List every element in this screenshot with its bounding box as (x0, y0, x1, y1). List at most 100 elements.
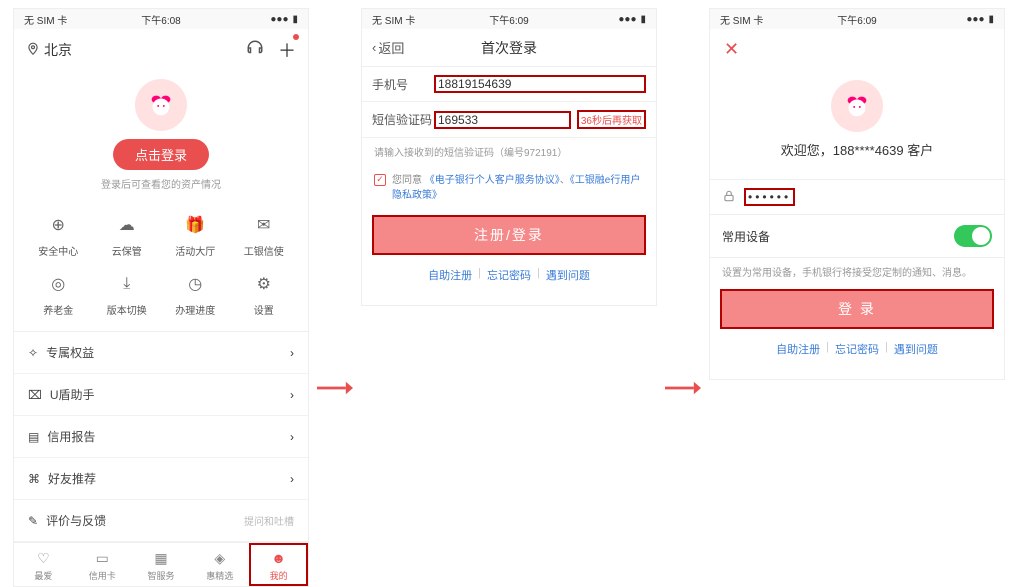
trusted-device-toggle[interactable] (954, 225, 992, 247)
list-item-ushield[interactable]: ⌧U盾助手› (14, 374, 308, 416)
tab-bar: ♡最爱 ▭信用卡 ▦智服务 ◈惠精选 ☻我的 (14, 542, 308, 586)
location-button[interactable]: 北京 (26, 40, 72, 60)
list-item-credit[interactable]: ▤信用报告› (14, 416, 308, 458)
cloud-icon: ☁ (115, 213, 139, 237)
sms-input[interactable]: 169533 (434, 111, 571, 129)
profile-header: 北京 ＋ (14, 29, 308, 71)
status-no-sim: 无 SIM 卡 (720, 12, 763, 27)
star-icon: ✧ (28, 346, 38, 360)
list-item-feedback[interactable]: ✎评价与反馈提问和吐槽 (14, 500, 308, 542)
link-forgot-password[interactable]: 忘记密码 (835, 341, 879, 357)
chevron-right-icon: › (290, 388, 294, 402)
page-title: 首次登录 (481, 38, 537, 58)
link-self-register[interactable]: 自助注册 (776, 341, 820, 357)
link-self-register[interactable]: 自助注册 (428, 267, 472, 283)
coin-icon: ◎ (46, 272, 70, 296)
sub-links: 自助注册| 忘记密码| 遇到问题 (362, 255, 656, 295)
agree-row[interactable]: ✓ 您同意 《电子银行个人客户服务协议》、《工银融e行用户隐私政策》 (362, 165, 656, 215)
screen-profile: 无 SIM 卡 下午6:08 ●●●▮ 北京 ＋ 点击登录 登 (13, 8, 309, 587)
feature-grid: ⊕安全中心 ☁云保管 🎁活动大厅 ✉工银信使 ◎养老金 ⤓版本切换 ◷办理进度 … (14, 195, 308, 331)
chevron-right-icon: › (290, 472, 294, 486)
grid-cloud[interactable]: ☁云保管 (93, 213, 162, 258)
heart-icon: ♡ (34, 549, 52, 567)
grid-activity[interactable]: 🎁活动大厅 (161, 213, 230, 258)
status-no-sim: 无 SIM 卡 (372, 12, 415, 27)
grid-messenger[interactable]: ✉工银信使 (230, 213, 299, 258)
arrow-icon (665, 378, 701, 398)
close-icon: ✕ (724, 39, 739, 59)
tab-deals[interactable]: ◈惠精选 (190, 543, 249, 586)
grid-settings[interactable]: ⚙设置 (230, 272, 299, 317)
agreement-link-1[interactable]: 《电子银行个人客户服务协议》 (425, 175, 560, 186)
menu-list: ✧专属权益› ⌧U盾助手› ▤信用报告› ⌘好友推荐› ✎评价与反馈提问和吐槽 (14, 331, 308, 542)
avatar-icon (831, 80, 883, 132)
status-right: ●●●▮ (614, 14, 646, 25)
grid-safety[interactable]: ⊕安全中心 (24, 213, 93, 258)
status-bar: 无 SIM 卡 下午6:09 ●●●▮ (710, 9, 1004, 29)
tab-credit[interactable]: ▭信用卡 (73, 543, 132, 586)
headset-icon[interactable] (246, 39, 264, 62)
tab-favorite[interactable]: ♡最爱 (14, 543, 73, 586)
status-right: ●●●▮ (266, 14, 298, 25)
status-time: 下午6:09 (837, 12, 876, 27)
status-right: ●●●▮ (962, 14, 994, 25)
back-button[interactable]: ‹返回 (372, 38, 404, 57)
list-item-exclusive[interactable]: ✧专属权益› (14, 332, 308, 374)
nav-bar: ‹返回 首次登录 (362, 29, 656, 67)
edit-icon: ✎ (28, 514, 38, 528)
login-hint: 登录后可查看您的资产情况 (14, 176, 308, 191)
grid-icon: ▦ (152, 549, 170, 567)
resend-button[interactable]: 36秒后再获取 (577, 110, 646, 129)
tag-icon: ◈ (211, 549, 229, 567)
arrow-icon (317, 378, 353, 398)
status-no-sim: 无 SIM 卡 (24, 12, 67, 27)
sms-row: 短信验证码 169533 36秒后再获取 (362, 102, 656, 138)
agree-text: 您同意 《电子银行个人客户服务协议》、《工银融e行用户隐私政策》 (392, 173, 644, 203)
phone-label: 手机号 (372, 76, 434, 93)
chevron-left-icon: ‹ (372, 40, 376, 55)
register-login-button[interactable]: 注册/登录 (372, 215, 646, 255)
sms-label: 短信验证码 (372, 111, 434, 128)
welcome-text: 欢迎您，188****4639 客户 (710, 140, 1004, 159)
screen-password-login: 无 SIM 卡 下午6:09 ●●●▮ ✕ 欢迎您，188****4639 客户… (709, 8, 1005, 380)
screen-first-login: 无 SIM 卡 下午6:09 ●●●▮ ‹返回 首次登录 手机号 1881915… (361, 8, 657, 306)
download-icon: ⤓ (115, 272, 139, 296)
usb-icon: ⌧ (28, 388, 42, 402)
plus-icon[interactable]: ＋ (278, 37, 296, 63)
card-icon: ▭ (93, 549, 111, 567)
grid-progress[interactable]: ◷办理进度 (161, 272, 230, 317)
link-help[interactable]: 遇到问题 (894, 341, 938, 357)
password-input[interactable]: •••••• (744, 188, 795, 206)
clock-icon: ◷ (183, 272, 207, 296)
tab-mine[interactable]: ☻我的 (249, 543, 308, 586)
grid-version[interactable]: ⤓版本切换 (93, 272, 162, 317)
trusted-device-row: 常用设备 (710, 215, 1004, 258)
login-button[interactable]: 登 录 (720, 289, 994, 329)
trusted-device-label: 常用设备 (722, 228, 770, 245)
lock-icon (722, 189, 736, 206)
status-time: 下午6:08 (141, 12, 180, 27)
tab-smart[interactable]: ▦智服务 (132, 543, 191, 586)
chevron-right-icon: › (290, 346, 294, 360)
doc-icon: ▤ (28, 430, 39, 444)
status-bar: 无 SIM 卡 下午6:08 ●●●▮ (14, 9, 308, 29)
avatar-area: 欢迎您，188****4639 客户 (710, 70, 1004, 165)
login-button[interactable]: 点击登录 (113, 139, 209, 170)
location-icon (26, 42, 40, 59)
link-forgot-password[interactable]: 忘记密码 (487, 267, 531, 283)
phone-row: 手机号 18819154639 (362, 67, 656, 102)
envelope-icon: ✉ (252, 213, 276, 237)
status-time: 下午6:09 (489, 12, 528, 27)
shield-icon: ⊕ (46, 213, 70, 237)
grid-pension[interactable]: ◎养老金 (24, 272, 93, 317)
checkbox-icon[interactable]: ✓ (374, 174, 386, 186)
close-button[interactable]: ✕ (710, 29, 1004, 70)
people-icon: ⌘ (28, 472, 40, 486)
gear-icon: ⚙ (252, 272, 276, 296)
status-bar: 无 SIM 卡 下午6:09 ●●●▮ (362, 9, 656, 29)
avatar-area: 点击登录 登录后可查看您的资产情况 (14, 71, 308, 195)
location-text: 北京 (44, 40, 72, 60)
list-item-referral[interactable]: ⌘好友推荐› (14, 458, 308, 500)
link-help[interactable]: 遇到问题 (546, 267, 590, 283)
phone-input[interactable]: 18819154639 (434, 75, 646, 93)
